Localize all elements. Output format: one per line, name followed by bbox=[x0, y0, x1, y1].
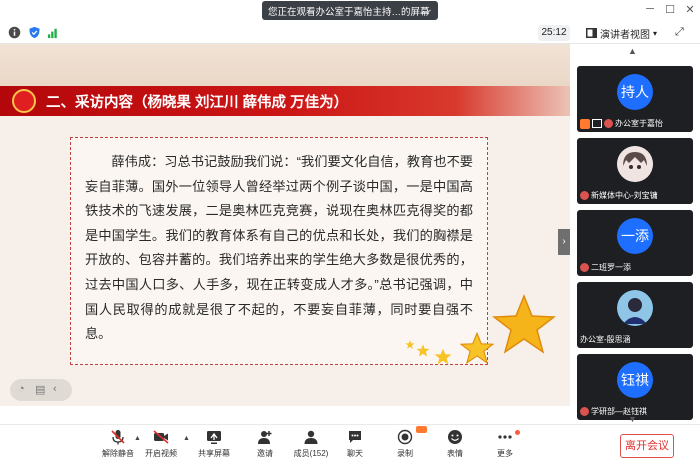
participant-name: 二班罗一添 bbox=[591, 263, 631, 272]
mic-muted-icon bbox=[580, 191, 589, 200]
participant-label: 学研部—赵钰祺 bbox=[580, 405, 647, 418]
grid-view-icon bbox=[586, 28, 597, 38]
chevron-down-icon: ▾ bbox=[653, 28, 658, 38]
mic-muted-icon bbox=[580, 263, 589, 272]
small-star-icon bbox=[434, 348, 452, 365]
collapse-left-icon[interactable]: ‹ bbox=[53, 383, 57, 395]
leave-meeting-button[interactable]: 离开会议 bbox=[620, 434, 674, 458]
emoji-label: 表情 bbox=[447, 449, 463, 458]
large-star-icon bbox=[492, 294, 556, 354]
more-label: 更多 bbox=[497, 449, 513, 458]
share-screen-icon bbox=[207, 431, 221, 444]
record-button[interactable]: 录制 bbox=[380, 426, 430, 465]
chat-label: 聊天 bbox=[347, 449, 363, 458]
slide-heading: 二、采访内容（杨晓果 刘江川 薛伟成 万佳为） bbox=[46, 95, 349, 111]
members-label: 成员(152) bbox=[293, 449, 329, 458]
more-button[interactable]: 更多 bbox=[480, 429, 530, 465]
chat-button[interactable]: 聊天 bbox=[330, 429, 380, 465]
camera-off-icon bbox=[153, 430, 169, 444]
participant-tile[interactable]: 钰祺 学研部—赵钰祺 bbox=[577, 354, 693, 420]
invite-button[interactable]: 邀请 bbox=[240, 429, 290, 465]
participant-tile[interactable]: 一添 二班罗一添 bbox=[577, 210, 693, 276]
close-icon[interactable]: ✕ bbox=[680, 3, 700, 16]
more-icon bbox=[498, 435, 512, 439]
start-video-label: 开启视频 bbox=[145, 449, 177, 458]
shared-screen-slide: 二、采访内容（杨晓果 刘江川 薛伟成 万佳为） 薛伟成：习总书记鼓励我们说：“我… bbox=[0, 44, 570, 406]
invite-icon bbox=[258, 431, 272, 444]
mic-muted-icon bbox=[111, 430, 125, 445]
youth-league-emblem-icon bbox=[12, 89, 36, 113]
speaker-view-label: 演讲者视图 bbox=[600, 29, 650, 41]
slide-paragraph: 薛伟成：习总书记鼓励我们说：“我们要文化自信，教育也不要妄自菲薄。国外一位领导人… bbox=[85, 154, 473, 342]
info-icon[interactable] bbox=[8, 26, 21, 39]
participant-label: 办公室于嘉怡 bbox=[580, 117, 663, 130]
screen-share-banner[interactable]: 您正在观看办公室于嘉怡主持…的屏幕 ⌄ bbox=[262, 1, 438, 20]
participant-label: 办公室-殷思涵 bbox=[580, 333, 631, 346]
record-label: 录制 bbox=[397, 449, 413, 458]
scroll-up-icon[interactable]: ▲ bbox=[628, 46, 637, 56]
signal-strength-icon[interactable] bbox=[47, 26, 60, 39]
participant-name: 学研部—赵钰祺 bbox=[591, 407, 647, 416]
participant-tile[interactable]: 新媒体中心-刘宝镛 bbox=[577, 138, 693, 204]
emoji-icon bbox=[448, 430, 462, 444]
slide-title-banner: 二、采访内容（杨晓果 刘江川 薛伟成 万佳为） bbox=[0, 86, 570, 116]
small-star-icon bbox=[405, 340, 415, 349]
record-badge bbox=[416, 426, 427, 433]
keyboard-icon[interactable]: ▤ bbox=[35, 383, 45, 396]
anime-avatar-icon bbox=[617, 146, 653, 182]
slide-text-box: 薛伟成：习总书记鼓励我们说：“我们要文化自信，教育也不要妄自菲薄。国外一位领导人… bbox=[70, 137, 488, 365]
avatar: 一添 bbox=[617, 218, 653, 254]
members-icon bbox=[304, 430, 318, 444]
participant-label: 二班罗一添 bbox=[580, 261, 631, 274]
start-video-button[interactable]: 开启视频 bbox=[136, 429, 186, 465]
mic-muted-icon bbox=[604, 119, 613, 128]
fullscreen-icon[interactable]: ⤢ bbox=[675, 26, 684, 39]
share-screen-icon bbox=[592, 119, 602, 128]
meeting-timer: 25:12 bbox=[538, 25, 570, 41]
share-screen-label: 共享屏幕 bbox=[198, 449, 230, 458]
meeting-window: 您正在观看办公室于嘉怡主持…的屏幕 ⌄ ─ ☐ ✕ 25:12 演讲者视图 ▾ … bbox=[0, 0, 700, 466]
share-screen-button[interactable]: 共享屏幕 bbox=[189, 429, 239, 465]
medium-star-icon bbox=[460, 332, 494, 364]
emoji-button[interactable]: 表情 bbox=[430, 429, 480, 465]
avatar: 持人 bbox=[617, 74, 653, 110]
photo-avatar-icon bbox=[617, 290, 653, 326]
record-icon bbox=[397, 429, 413, 445]
avatar: 钰祺 bbox=[617, 362, 653, 398]
participant-name: 办公室-殷思涵 bbox=[580, 335, 631, 344]
small-star-icon bbox=[416, 344, 430, 357]
notification-dot bbox=[515, 430, 520, 435]
slide-header-background bbox=[0, 44, 570, 86]
participant-name: 新媒体中心-刘宝镛 bbox=[591, 191, 658, 200]
avatar bbox=[617, 146, 653, 182]
participant-label: 新媒体中心-刘宝镛 bbox=[580, 189, 658, 202]
maximize-icon[interactable]: ☐ bbox=[660, 3, 680, 16]
chat-icon bbox=[349, 431, 361, 443]
members-button[interactable]: 成员(152) bbox=[286, 429, 336, 465]
person-icon bbox=[580, 118, 590, 129]
toggle-panel-handle[interactable]: › bbox=[558, 229, 570, 255]
mic-muted-icon bbox=[580, 407, 589, 416]
participant-tile[interactable]: 办公室-殷思涵 bbox=[577, 282, 693, 348]
screen-share-banner-text: 您正在观看办公室于嘉怡主持…的屏幕 bbox=[268, 6, 430, 18]
meeting-control-bar: 解除静音 ▲ 开启视频 ▲ 共享屏幕 邀请 成员(152) 聊天 录制 表情 更… bbox=[0, 424, 700, 466]
title-bar: 您正在观看办公室于嘉怡主持…的屏幕 ⌄ ─ ☐ ✕ bbox=[0, 0, 700, 22]
security-shield-icon[interactable] bbox=[28, 26, 41, 39]
scroll-down-icon[interactable]: ▼ bbox=[628, 414, 637, 424]
speaker-view-toggle[interactable]: 演讲者视图 ▾ bbox=[586, 25, 657, 41]
chevron-down-icon[interactable]: ⌄ bbox=[425, 4, 433, 15]
annotation-controls: ◔ ▤ ‹ bbox=[10, 379, 72, 401]
annotate-icon[interactable]: ◔ bbox=[18, 383, 25, 395]
minimize-icon[interactable]: ─ bbox=[640, 3, 660, 15]
participant-name: 办公室于嘉怡 bbox=[615, 119, 663, 128]
participant-tile[interactable]: 持人 办公室于嘉怡 bbox=[577, 66, 693, 132]
meeting-info-bar: 25:12 演讲者视图 ▾ ⤢ bbox=[0, 22, 700, 44]
invite-label: 邀请 bbox=[257, 449, 273, 458]
avatar bbox=[617, 290, 653, 326]
